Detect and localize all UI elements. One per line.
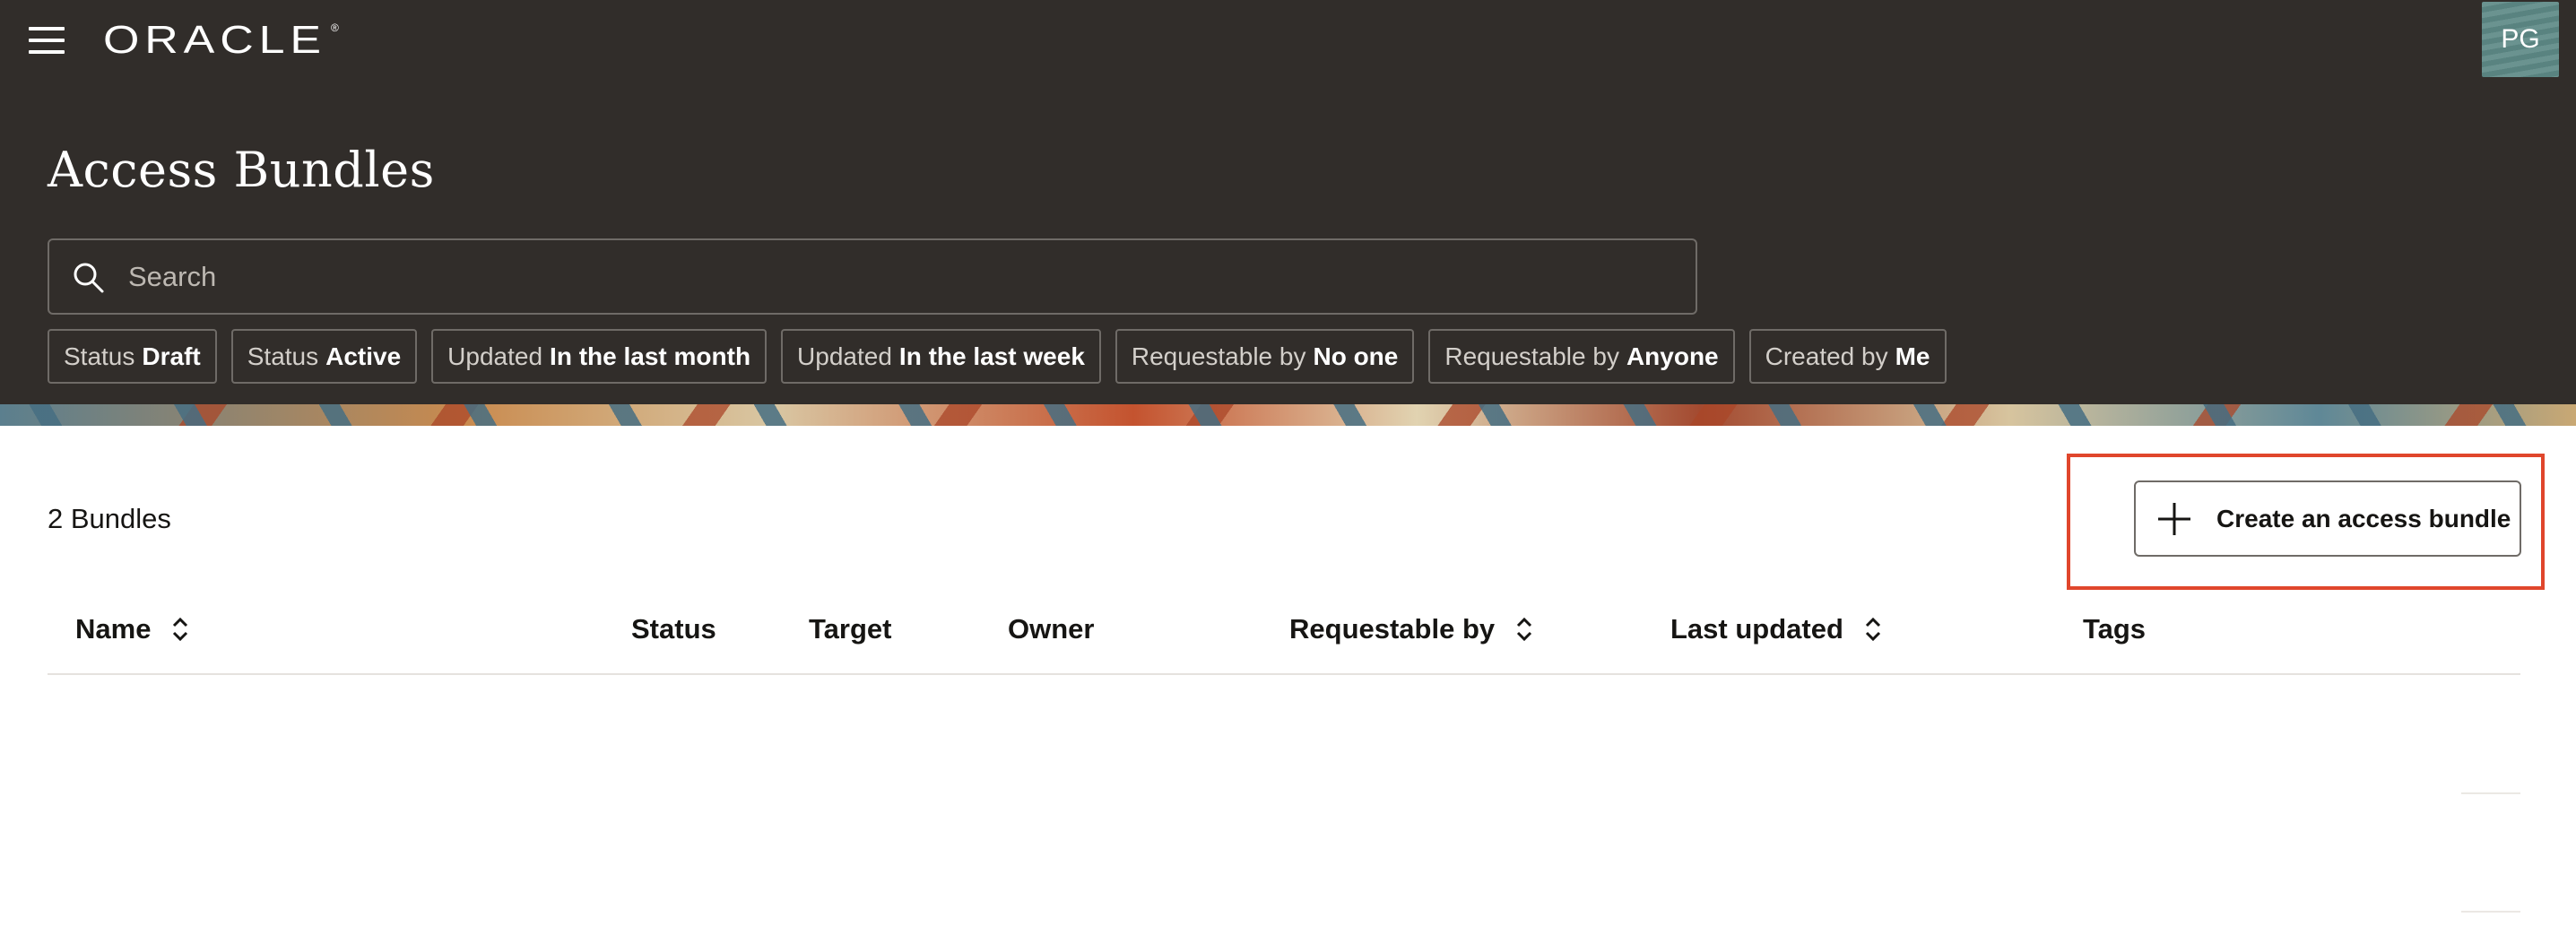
column-header-owner: Owner (1008, 592, 1094, 666)
filter-chips: Status Draft Status Active Updated In th… (48, 329, 1961, 384)
search-icon (74, 263, 104, 293)
chip-key: Created by (1765, 342, 1888, 370)
decorative-banner (0, 404, 2576, 426)
filter-chip-updated-last-month[interactable]: Updated In the last month (431, 329, 768, 384)
sort-icon[interactable] (169, 615, 192, 644)
chip-key: Requestable by (1444, 342, 1619, 370)
row-divider (2461, 792, 2520, 794)
chip-value: Draft (142, 342, 201, 370)
sort-icon[interactable] (1861, 615, 1885, 644)
filter-chip-status-active[interactable]: Status Active (230, 329, 418, 384)
column-header-name[interactable]: Name (75, 592, 192, 666)
filter-chip-requestable-anyone[interactable]: Requestable by Anyone (1428, 329, 1735, 384)
column-label: Name (75, 612, 152, 645)
app-header: ORACLE ® PG Access Bundles Status Draft … (0, 0, 2576, 404)
create-access-bundle-button[interactable]: Create an access bundle (2134, 480, 2521, 557)
bundle-count: 2 Bundles (48, 503, 171, 534)
column-header-target: Target (809, 592, 891, 666)
filter-chip-updated-last-week[interactable]: Updated In the last week (781, 329, 1101, 384)
column-header-last-updated[interactable]: Last updated (1670, 592, 1885, 666)
column-label: Tags (2083, 612, 2147, 645)
oracle-logo[interactable]: ORACLE ® (103, 16, 339, 65)
column-label: Requestable by (1289, 612, 1496, 645)
column-header-status: Status (631, 592, 716, 666)
create-button-label: Create an access bundle (2216, 504, 2511, 532)
logo-text: ORACLE (103, 18, 326, 62)
sort-icon[interactable] (1513, 615, 1536, 644)
chip-value: Active (325, 342, 402, 370)
chip-value: Me (1895, 342, 1930, 370)
hamburger-menu-icon[interactable] (27, 25, 66, 56)
plus-icon (2158, 502, 2190, 535)
filter-chip-requestable-no-one[interactable]: Requestable by No one (1115, 329, 1415, 384)
chip-value: No one (1313, 342, 1399, 370)
column-label: Target (809, 612, 892, 645)
registered-mark: ® (331, 22, 339, 34)
column-label: Last updated (1670, 612, 1843, 645)
column-label: Owner (1008, 612, 1095, 645)
filter-chip-status-draft[interactable]: Status Draft (48, 329, 217, 384)
chip-key: Updated (797, 342, 892, 370)
search-input[interactable] (126, 240, 1669, 313)
column-header-requestable-by[interactable]: Requestable by (1289, 592, 1536, 666)
filter-chip-created-by-me[interactable]: Created by Me (1748, 329, 1947, 384)
user-avatar[interactable]: PG (2482, 2, 2559, 77)
page-title: Access Bundles (48, 142, 435, 198)
column-header-tags: Tags (2083, 592, 2146, 666)
column-label: Status (631, 612, 716, 645)
chip-key: Status (64, 342, 135, 370)
row-divider (2461, 911, 2520, 913)
search-box[interactable] (48, 238, 1697, 315)
chip-key: Updated (447, 342, 543, 370)
chip-value: In the last week (898, 342, 1085, 370)
chip-key: Requestable by (1131, 342, 1306, 370)
chip-value: Anyone (1626, 342, 1719, 370)
table-header: Name Status Target Owner Requestable by … (48, 592, 2520, 675)
chip-value: In the last month (550, 342, 751, 370)
chip-key: Status (247, 342, 319, 370)
